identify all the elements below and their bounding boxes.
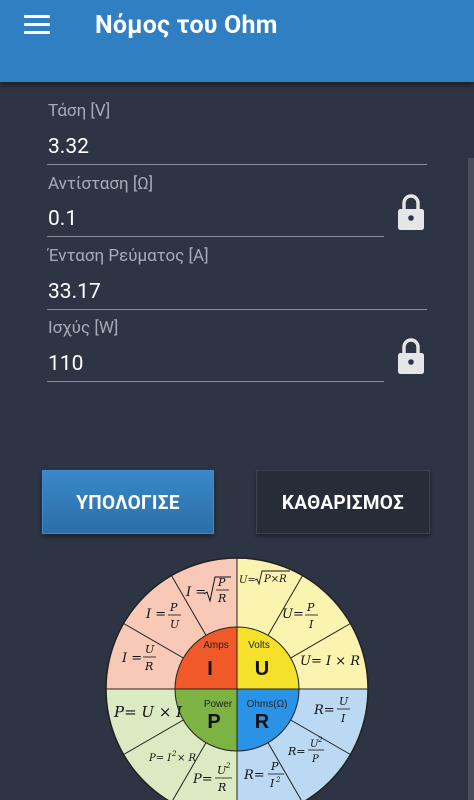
volts-caption: Volts (248, 640, 270, 651)
amps-letter: I (207, 658, 213, 680)
app-bar: Νόμος του Ohm (0, 0, 474, 82)
scrollbar[interactable] (468, 158, 474, 800)
resistance-lock-icon[interactable] (396, 193, 426, 231)
ohms-law-wheel: Amps I Volts U Power P Ohms(Ω) R I = P R… (105, 557, 369, 800)
svg-text:U: U (339, 695, 349, 708)
ohms-letter: R (255, 711, 270, 733)
svg-text:R: R (217, 781, 226, 794)
voltage-input[interactable]: 3.32 (48, 135, 89, 159)
amps-caption: Amps (203, 640, 229, 651)
formula-p-ui: P= U × I (113, 703, 183, 721)
resistance-input[interactable]: 0.1 (48, 207, 77, 231)
voltage-label: Τάση [V] (48, 101, 111, 121)
formula-u-ir: U= I × R (300, 654, 360, 669)
svg-text:U: U (145, 643, 155, 656)
svg-text:× R: × R (177, 753, 197, 764)
svg-text:P: P (169, 601, 178, 614)
svg-text:I: I (340, 712, 346, 725)
svg-text:P: P (270, 760, 279, 773)
formula-p-i2r: P= I (148, 753, 172, 764)
power-label: Ισχύς [W] (48, 318, 119, 338)
formula-p-u2r: P= (192, 772, 213, 787)
power-underline (47, 381, 384, 382)
svg-text:2: 2 (317, 736, 323, 744)
formula-u-sqrt: U= (239, 575, 256, 586)
formula-r-u2p: R= (287, 745, 306, 758)
formula-r-ui: R= (313, 703, 335, 718)
resistance-label: Αντίσταση [Ω] (48, 174, 154, 194)
resistance-underline (47, 236, 384, 237)
volts-letter: U (255, 658, 269, 680)
svg-text:P: P (306, 601, 315, 614)
formula-r-pi2: R= (243, 768, 265, 783)
current-label: Ένταση Ρεύματος [A] (48, 246, 209, 266)
svg-text:P: P (217, 576, 226, 589)
power-input[interactable]: 110 (48, 352, 83, 376)
page-title: Νόμος του Ohm (95, 11, 278, 40)
svg-text:I: I (308, 618, 314, 631)
svg-text:2: 2 (225, 762, 231, 770)
clear-button[interactable]: ΚΑΘΑΡΙΣΜΟΣ (256, 470, 430, 534)
current-underline (47, 309, 427, 310)
power-lock-icon[interactable] (396, 337, 426, 375)
svg-text:P: P (311, 754, 319, 765)
calculate-button[interactable]: ΥΠΟΛΟΓΙΣΕ (42, 470, 214, 534)
formula-i-pu: I = (145, 607, 166, 622)
svg-text:P×R: P×R (263, 574, 287, 585)
hamburger-menu-icon[interactable] (24, 15, 50, 35)
svg-text:I: I (269, 777, 275, 790)
power-caption: Power (204, 699, 233, 710)
formula-i-sqrt: I = (185, 585, 206, 600)
ohms-caption: Ohms(Ω) (247, 699, 288, 710)
svg-text:R: R (217, 592, 226, 605)
formula-i-ur: I = (121, 651, 142, 666)
formula-u-pi: U= (282, 607, 304, 622)
power-letter: P (207, 711, 220, 733)
svg-text:2: 2 (275, 776, 281, 784)
current-input[interactable]: 33.17 (48, 280, 101, 304)
svg-text:R: R (144, 660, 153, 673)
svg-text:U: U (170, 618, 180, 631)
voltage-underline (47, 164, 427, 165)
